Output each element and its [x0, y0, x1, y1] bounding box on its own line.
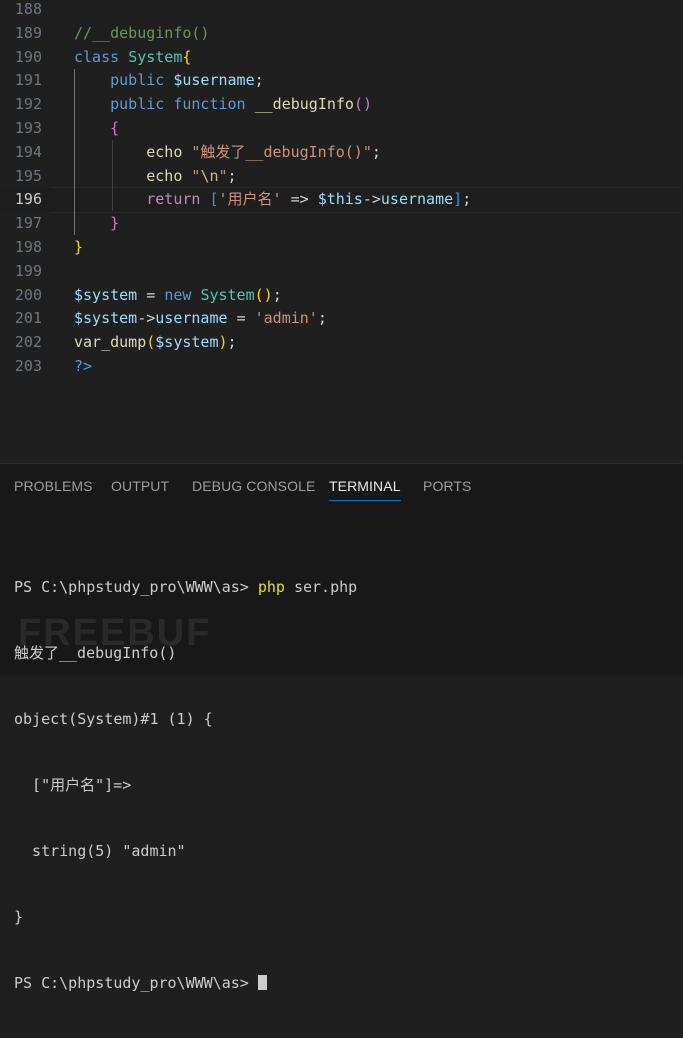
terminal-command-args: ser.php	[284, 578, 358, 596]
code-text: //__debuginfo()	[74, 23, 210, 42]
panel-tab-bar: PROBLEMS OUTPUT DEBUG CONSOLE TERMINAL P…	[0, 464, 683, 506]
code-text: public $username;	[110, 71, 264, 90]
code-line[interactable]: 190 class System{	[0, 45, 683, 69]
code-line[interactable]: 200 $system = new System();	[0, 283, 683, 307]
code-text: $system = new System();	[74, 285, 282, 304]
terminal-output-line: }	[14, 908, 24, 926]
code-line[interactable]: 196 return ['用户名' => $this->username];	[0, 187, 683, 214]
code-line[interactable]: 203 ?>	[0, 354, 683, 378]
line-number: 200	[14, 285, 42, 304]
line-number: 194	[14, 142, 42, 161]
terminal-output[interactable]: PS C:\phpstudy_pro\WWW\as> php ser.php 触…	[14, 532, 357, 1038]
code-line[interactable]: 198}	[0, 235, 683, 259]
terminal-prompt: PS C:\phpstudy_pro\WWW\as>	[14, 974, 258, 992]
code-line[interactable]: 199	[0, 259, 683, 283]
code-text: class System{	[74, 47, 192, 66]
indent-guide	[112, 140, 113, 211]
terminal-input-line[interactable]: PS C:\phpstudy_pro\WWW\as>	[14, 972, 357, 994]
terminal-cursor	[257, 975, 267, 990]
line-number: 199	[14, 261, 42, 280]
code-line[interactable]: 197 }	[0, 211, 683, 235]
terminal-output-line: object(System)#1 (1) {	[14, 710, 213, 728]
code-text: public function __debugInfo()	[110, 95, 373, 114]
code-text: }	[110, 214, 120, 233]
terminal-output-line: string(5) "admin"	[14, 842, 186, 860]
line-number: 192	[14, 95, 42, 114]
code-text: echo "触发了__debugInfo()";	[146, 142, 381, 161]
code-line[interactable]: 201 $system->username = 'admin';	[0, 306, 683, 330]
line-number: 190	[14, 47, 42, 66]
code-editor[interactable]: 188 189 //__debuginfo() 190 class System{ 191…	[0, 0, 683, 463]
code-line[interactable]: 192 public function __debugInfo()	[0, 92, 683, 116]
code-line[interactable]: 193 {	[0, 116, 683, 140]
tab-problems[interactable]: PROBLEMS	[14, 478, 93, 494]
tab-ports[interactable]: PORTS	[423, 478, 471, 494]
code-line[interactable]: 188	[0, 0, 683, 21]
code-line[interactable]: 195 echo "\n";	[0, 164, 683, 188]
terminal-prompt: PS C:\phpstudy_pro\WWW\as>	[14, 578, 258, 596]
line-number: 196	[14, 190, 42, 209]
code-text: return ['用户名' => $this->username];	[146, 190, 472, 209]
line-number: 189	[14, 23, 42, 42]
line-number: 197	[14, 214, 42, 233]
code-text: {	[110, 119, 120, 137]
line-number: 198	[14, 238, 42, 256]
tab-debug-console[interactable]: DEBUG CONSOLE	[192, 478, 315, 494]
code-line[interactable]: 194 echo "触发了__debugInfo()";	[0, 140, 683, 164]
tab-output[interactable]: OUTPUT	[111, 478, 169, 494]
watermark-logo: FREEBUF	[18, 612, 212, 654]
line-number: 191	[14, 71, 42, 90]
line-number: 195	[14, 166, 42, 185]
terminal-command-line: PS C:\phpstudy_pro\WWW\as> php ser.php	[14, 576, 357, 598]
terminal-output-line: ["用户名"]=>	[14, 776, 132, 794]
line-number: 202	[14, 333, 42, 352]
code-line[interactable]: 191 public $username;	[0, 68, 683, 92]
code-text: ?>	[74, 357, 93, 375]
code-text: $system->username = 'admin';	[74, 309, 327, 328]
line-number: 201	[14, 309, 42, 328]
code-line[interactable]: 189 //__debuginfo()	[0, 21, 683, 45]
code-text: echo "\n";	[146, 166, 237, 185]
tab-terminal[interactable]: TERMINAL	[329, 478, 401, 501]
line-number: 193	[14, 119, 42, 137]
code-text: }	[74, 238, 84, 256]
terminal-command-name: php	[257, 578, 285, 596]
line-number: 188	[14, 0, 42, 18]
code-text: var_dump($system);	[74, 333, 237, 352]
code-line[interactable]: 202 var_dump($system);	[0, 330, 683, 354]
indent-guide	[74, 69, 75, 235]
line-number: 203	[14, 357, 42, 375]
